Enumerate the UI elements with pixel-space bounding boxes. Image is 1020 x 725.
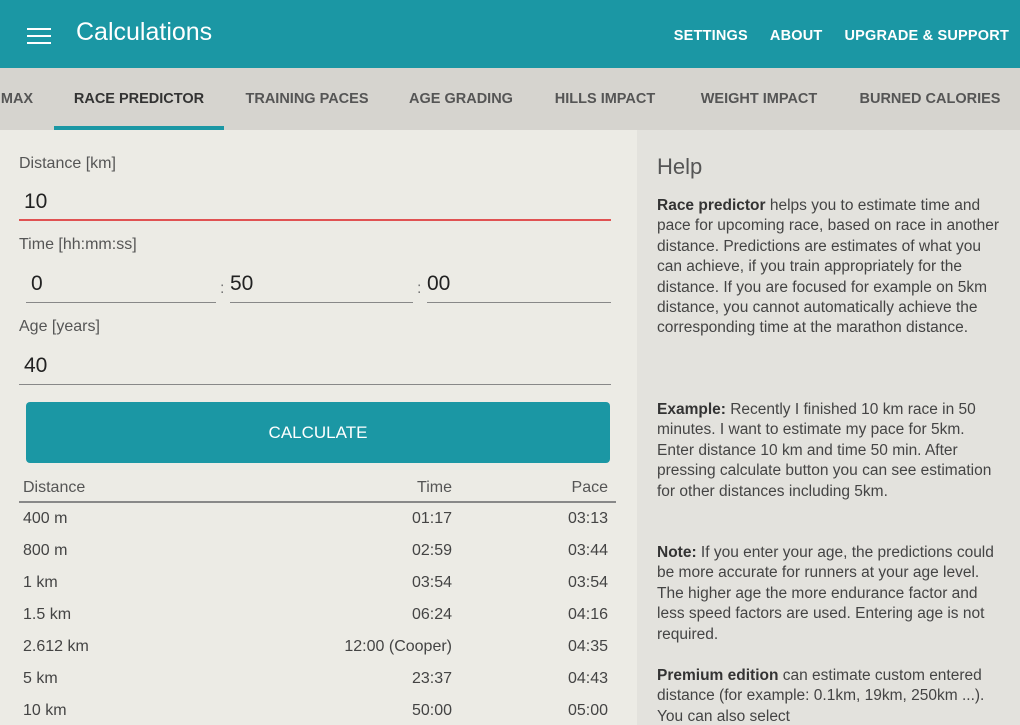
tab-race-predictor[interactable]: RACE PREDICTOR	[54, 68, 224, 130]
row-time: 01:17	[411, 510, 452, 527]
row-distance: 1 km	[23, 574, 58, 591]
appbar-actions: SETTINGS ABOUT UPGRADE & SUPPORT	[674, 28, 1009, 44]
row-time: 50:00	[411, 702, 452, 719]
time-hours-input[interactable]: 0	[26, 269, 216, 303]
age-label: Age [years]	[19, 318, 100, 335]
help-bold: Example:	[657, 401, 726, 418]
results-table: Distance Time Pace 400 m 01:17 03:13 800…	[19, 473, 616, 725]
row-pace: 05:00	[567, 702, 608, 719]
row-distance: 10 km	[23, 702, 67, 719]
help-panel: Help Race predictor helps you to estimat…	[637, 130, 1020, 725]
about-button[interactable]: ABOUT	[770, 28, 823, 44]
row-pace: 04:35	[567, 638, 608, 655]
tab-bar: MAX RACE PREDICTOR TRAINING PACES AGE GR…	[0, 68, 1020, 130]
row-pace: 03:54	[567, 574, 608, 591]
distance-label: Distance [km]	[19, 155, 116, 172]
menu-icon[interactable]	[27, 28, 51, 46]
help-bold: Premium edition	[657, 667, 779, 684]
calculator-panel: Distance [km] 10 Time [hh:mm:ss] 0 : 50 …	[0, 130, 637, 725]
row-pace: 04:43	[567, 670, 608, 687]
app-bar: Calculations SETTINGS ABOUT UPGRADE & SU…	[0, 0, 1020, 68]
upgrade-support-button[interactable]: UPGRADE & SUPPORT	[844, 28, 1009, 44]
help-paragraph-race-predictor: Race predictor helps you to estimate tim…	[657, 196, 1003, 339]
table-row: 10 km 50:00 05:00	[19, 695, 616, 725]
help-bold: Note:	[657, 544, 697, 561]
table-row: 1 km 03:54 03:54	[19, 567, 616, 599]
app-title: Calculations	[76, 18, 213, 46]
time-label: Time [hh:mm:ss]	[19, 236, 137, 253]
tab-hills-impact[interactable]: HILLS IMPACT	[532, 68, 678, 130]
tab-max[interactable]: MAX	[0, 68, 34, 130]
row-distance: 1.5 km	[23, 606, 72, 623]
row-distance: 400 m	[23, 510, 68, 527]
help-bold: Race predictor	[657, 197, 766, 214]
header-distance: Distance	[23, 479, 86, 496]
help-title: Help	[657, 154, 703, 179]
row-distance: 5 km	[23, 670, 58, 687]
row-distance: 800 m	[23, 542, 68, 559]
tab-burned-calories[interactable]: BURNED CALORIES	[840, 68, 1020, 130]
tab-age-grading[interactable]: AGE GRADING	[390, 68, 532, 130]
row-time: 03:54	[411, 574, 452, 591]
header-time: Time	[417, 479, 452, 496]
row-time: 02:59	[411, 542, 452, 559]
tab-weight-impact[interactable]: WEIGHT IMPACT	[678, 68, 840, 130]
help-text: If you enter your age, the predictions c…	[657, 544, 994, 643]
time-seconds-input[interactable]: 00	[427, 269, 611, 303]
time-separator: :	[417, 280, 422, 297]
time-minutes-input[interactable]: 50	[230, 269, 413, 303]
time-separator: :	[220, 280, 225, 297]
tab-training-paces[interactable]: TRAINING PACES	[224, 68, 390, 130]
header-pace: Pace	[571, 479, 608, 496]
table-row: 400 m 01:17 03:13	[19, 503, 616, 535]
table-row: 800 m 02:59 03:44	[19, 535, 616, 567]
help-text: helps you to estimate time and pace for …	[657, 197, 1000, 337]
row-pace: 03:44	[567, 542, 608, 559]
row-time: 06:24	[411, 606, 452, 623]
distance-input[interactable]: 10	[19, 187, 611, 221]
help-paragraph-note: Note: If you enter your age, the predict…	[657, 543, 1003, 645]
table-row: 5 km 23:37 04:43	[19, 663, 616, 695]
help-paragraph-example: Example: Recently I finished 10 km race …	[657, 400, 1003, 502]
table-row: 2.612 km 12:00 (Cooper) 04:35	[19, 631, 616, 663]
settings-button[interactable]: SETTINGS	[674, 28, 748, 44]
calculate-button[interactable]: CALCULATE	[26, 402, 610, 463]
age-input[interactable]: 40	[19, 351, 611, 385]
table-row: 1.5 km 06:24 04:16	[19, 599, 616, 631]
row-distance: 2.612 km	[23, 638, 89, 655]
row-pace: 03:13	[567, 510, 608, 527]
help-paragraph-premium: Premium edition can estimate custom ente…	[657, 666, 1003, 725]
row-pace: 04:16	[567, 606, 608, 623]
row-time: 12:00 (Cooper)	[344, 638, 452, 655]
row-time: 23:37	[411, 670, 452, 687]
results-header: Distance Time Pace	[19, 473, 616, 503]
